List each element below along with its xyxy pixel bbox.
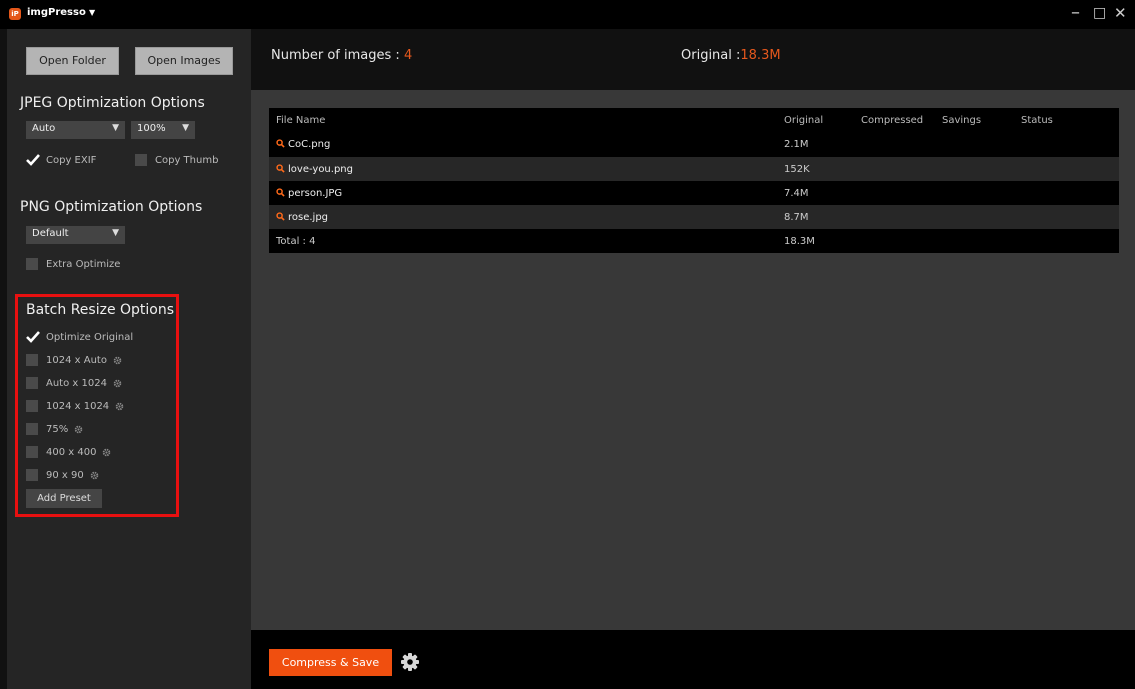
png-options-title: PNG Optimization Options <box>20 199 203 215</box>
original-size-cell: 8.7M <box>784 212 809 223</box>
magnifier-icon[interactable] <box>276 139 285 148</box>
chevron-down-icon: ▼ <box>112 123 119 133</box>
app-title[interactable]: imgPresso <box>27 7 86 18</box>
jpeg-quality-value: 100% <box>137 123 166 134</box>
original-size-value: 18.3M <box>740 48 781 63</box>
gear-icon[interactable] <box>400 652 420 672</box>
extra-optimize-option[interactable]: Extra Optimize <box>26 257 120 271</box>
copy-thumb-checkbox[interactable] <box>135 154 147 166</box>
table-header: File Name Original Compressed Savings St… <box>269 108 1119 134</box>
original-size-cell: 2.1M <box>784 139 809 150</box>
app-logo: iP <box>9 8 21 20</box>
preset-auto-1024[interactable]: Auto x 1024 <box>26 376 122 390</box>
add-preset-button[interactable]: Add Preset <box>26 489 102 508</box>
image-count-value: 4 <box>403 48 413 63</box>
copy-thumb-option[interactable]: Copy Thumb <box>135 153 218 167</box>
preset-90-90[interactable]: 90 x 90 <box>26 468 99 482</box>
column-original[interactable]: Original <box>784 115 823 126</box>
batch-resize-title: Batch Resize Options <box>26 302 175 318</box>
gear-icon[interactable] <box>74 425 83 434</box>
preset-optimize-original[interactable]: Optimize Original <box>26 330 133 344</box>
gear-icon[interactable] <box>113 379 122 388</box>
preset-checkbox[interactable] <box>26 354 38 366</box>
preset-checkbox[interactable] <box>26 469 38 481</box>
magnifier-icon[interactable] <box>276 212 285 221</box>
table-row[interactable]: person.JPG 7.4M <box>269 181 1119 205</box>
jpeg-options-title: JPEG Optimization Options <box>20 95 205 111</box>
checkmark-icon <box>26 154 40 166</box>
png-mode-select[interactable]: Default ▼ <box>26 226 125 244</box>
preset-75-percent[interactable]: 75% <box>26 422 83 436</box>
chevron-down-icon: ▼ <box>112 228 119 238</box>
image-count: Number of images : 4 <box>271 48 412 63</box>
gear-icon[interactable] <box>90 471 99 480</box>
preset-label: Optimize Original <box>46 331 134 343</box>
close-button[interactable]: ✕ <box>1114 2 1127 24</box>
open-folder-button[interactable]: Open Folder <box>26 47 119 75</box>
file-name: person.JPG <box>288 188 343 199</box>
preset-1024-1024[interactable]: 1024 x 1024 <box>26 399 124 413</box>
column-compressed[interactable]: Compressed <box>861 115 923 126</box>
extra-optimize-label: Extra Optimize <box>46 258 121 270</box>
original-size-cell: 7.4M <box>784 188 809 199</box>
minimize-button[interactable]: – <box>1071 2 1080 24</box>
table-row[interactable]: CoC.png 2.1M <box>269 134 1119 157</box>
preset-label: 400 x 400 <box>46 446 97 458</box>
column-status[interactable]: Status <box>1021 115 1053 126</box>
copy-exif-option[interactable]: Copy EXIF <box>26 153 96 167</box>
jpeg-mode-select[interactable]: Auto ▼ <box>26 121 125 139</box>
maximize-button[interactable]: □ <box>1093 2 1106 24</box>
table-row[interactable]: rose.jpg 8.7M <box>269 205 1119 229</box>
original-size-cell: 152K <box>784 164 810 175</box>
png-mode-value: Default <box>32 228 69 239</box>
file-name: love-you.png <box>288 164 353 175</box>
preset-1024-auto[interactable]: 1024 x Auto <box>26 353 122 367</box>
column-file-name[interactable]: File Name <box>276 115 325 126</box>
file-name: CoC.png <box>288 139 331 150</box>
compress-save-button[interactable]: Compress & Save <box>269 649 392 676</box>
file-name-cell: CoC.png <box>276 139 330 150</box>
gear-icon[interactable] <box>102 448 111 457</box>
preset-checkbox[interactable] <box>26 446 38 458</box>
gear-icon[interactable] <box>113 356 122 365</box>
chevron-down-icon: ▼ <box>182 123 189 133</box>
app-menu-caret-icon[interactable]: ▼ <box>89 8 95 17</box>
preset-label: 75% <box>46 423 69 435</box>
jpeg-mode-value: Auto <box>32 123 56 134</box>
total-count: Total : 4 <box>276 236 316 247</box>
file-table: File Name Original Compressed Savings St… <box>269 108 1119 253</box>
file-name: rose.jpg <box>288 212 329 223</box>
preset-400-400[interactable]: 400 x 400 <box>26 445 111 459</box>
original-size-label: Original : <box>681 48 741 63</box>
preset-checkbox[interactable] <box>26 400 38 412</box>
checkmark-icon <box>26 331 40 343</box>
image-count-label: Number of images : <box>271 48 400 63</box>
total-original-size: 18.3M <box>784 236 815 247</box>
preset-checkbox[interactable] <box>26 377 38 389</box>
open-images-button[interactable]: Open Images <box>135 47 233 75</box>
preset-label: 1024 x 1024 <box>46 400 110 412</box>
table-total-row: Total : 4 18.3M <box>269 229 1119 253</box>
preset-label: 90 x 90 <box>46 469 84 481</box>
copy-thumb-label: Copy Thumb <box>155 154 219 166</box>
table-row[interactable]: love-you.png 152K <box>269 157 1119 181</box>
preset-checkbox[interactable] <box>26 423 38 435</box>
magnifier-icon[interactable] <box>276 164 285 173</box>
file-name-cell: person.JPG <box>276 188 342 199</box>
file-name-cell: love-you.png <box>276 164 353 175</box>
original-size: Original :18.3M <box>681 48 781 63</box>
copy-exif-label: Copy EXIF <box>46 154 97 166</box>
column-savings[interactable]: Savings <box>942 115 981 126</box>
preset-label: Auto x 1024 <box>46 377 107 389</box>
gear-icon[interactable] <box>115 402 124 411</box>
magnifier-icon[interactable] <box>276 188 285 197</box>
extra-optimize-checkbox[interactable] <box>26 258 38 270</box>
preset-label: 1024 x Auto <box>46 354 107 366</box>
title-bar: iP imgPresso ▼ – □ ✕ <box>0 0 1135 29</box>
jpeg-quality-select[interactable]: 100% ▼ <box>131 121 195 139</box>
file-name-cell: rose.jpg <box>276 212 328 223</box>
